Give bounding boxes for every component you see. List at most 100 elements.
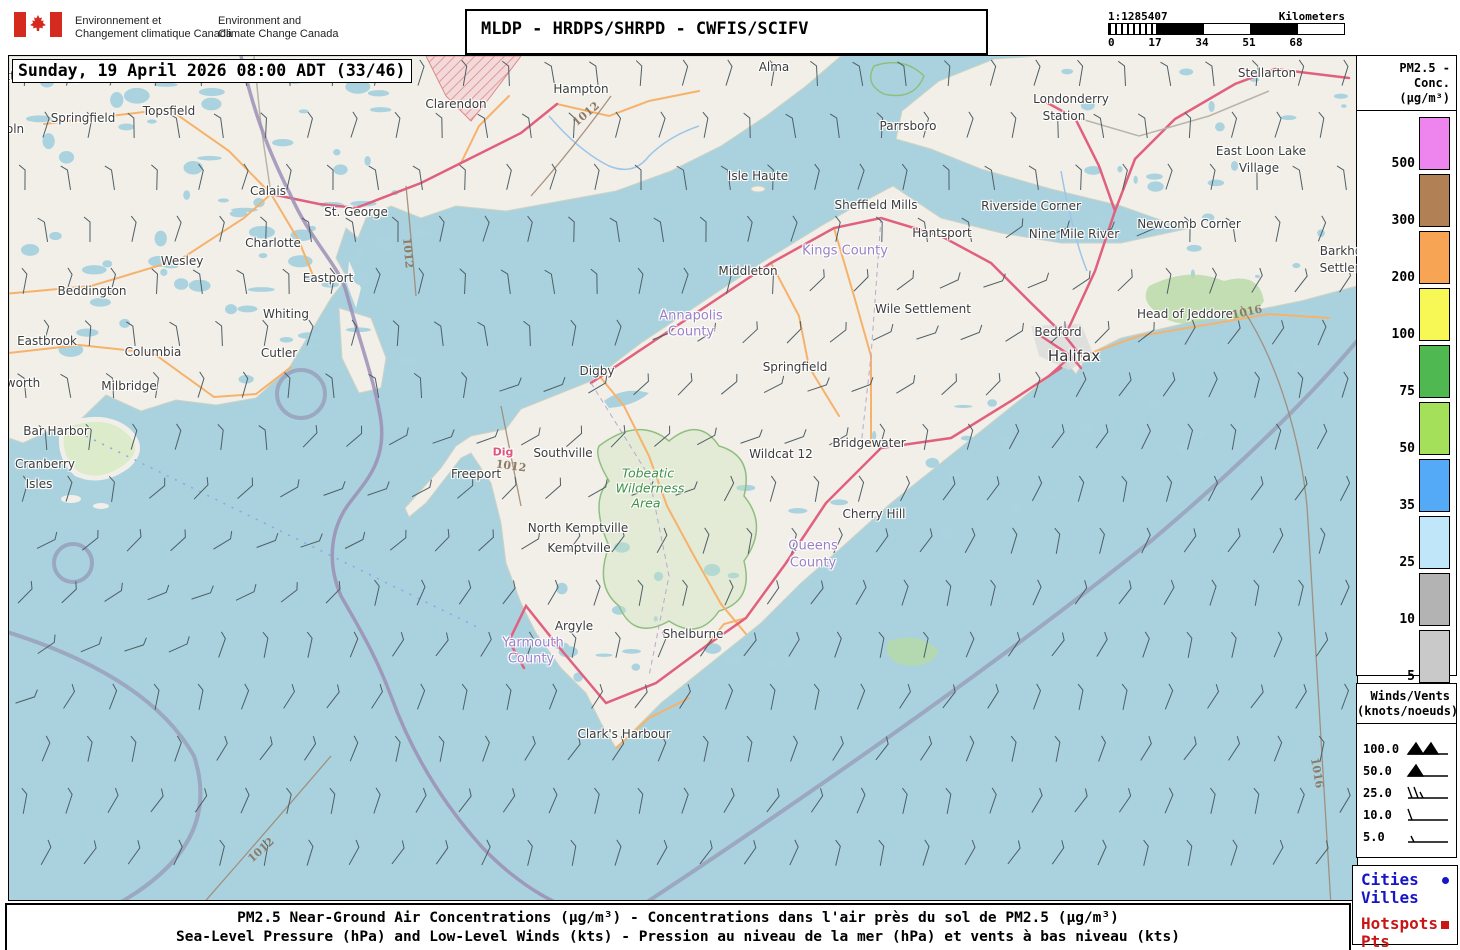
map-label: Isle Haute bbox=[727, 169, 789, 183]
winds-legend-value: 10.0 bbox=[1363, 808, 1392, 822]
pm25-legend-row: 75 bbox=[1357, 345, 1450, 399]
markers-legend: Cities Villes Hotspots Pts chauds bbox=[1352, 865, 1458, 950]
hotspots-label-en: Hotspots bbox=[1361, 915, 1449, 933]
scale-tick: 34 bbox=[1195, 36, 1209, 49]
winds-legend-row: 25.0 bbox=[1357, 782, 1456, 804]
pm25-legend-row: 100 bbox=[1357, 288, 1450, 342]
pm25-legend-swatch bbox=[1419, 117, 1450, 170]
map-label: East Loon Lake bbox=[1215, 144, 1307, 158]
pm25-legend-swatch bbox=[1419, 459, 1450, 512]
map-label: Cherry Hill bbox=[842, 507, 906, 521]
dept-name-fr: Environnement et Changement climatique Ca… bbox=[75, 15, 233, 40]
map-label: Dig bbox=[492, 445, 514, 459]
city-marker-icon bbox=[1442, 877, 1449, 884]
pm25-legend-row: 500 bbox=[1357, 117, 1450, 171]
winds-legend-value: 100.0 bbox=[1363, 742, 1400, 756]
map-label: County bbox=[667, 324, 715, 340]
map-label: Parrsboro bbox=[879, 119, 937, 133]
isobar-label: 1012 bbox=[400, 237, 416, 269]
datetime-box: Sunday, 19 April 2026 08:00 ADT (33/46) bbox=[12, 59, 413, 83]
map-label: Clark's Harbour bbox=[577, 727, 671, 741]
map-label: Topsfield bbox=[142, 104, 196, 118]
pm25-legend-value: 500 bbox=[1391, 156, 1415, 171]
pm25-legend-swatch bbox=[1419, 174, 1450, 227]
map-label: County bbox=[507, 651, 555, 667]
map-label: Sheffield Mills bbox=[834, 198, 918, 212]
map-label: Bedford bbox=[1034, 325, 1082, 339]
winds-legend-row: 5.0 bbox=[1357, 826, 1456, 848]
map-label: Isles bbox=[25, 477, 53, 491]
pm25-legend-row: 5 bbox=[1357, 630, 1450, 684]
winds-legend-row: 50.0 bbox=[1357, 760, 1456, 782]
winds-legend-row: 10.0 bbox=[1357, 804, 1456, 826]
winds-legend-entries: 100.0 50.0 25.0 10.0 5.0 bbox=[1357, 738, 1456, 848]
map-label: Wilderness bbox=[615, 480, 685, 496]
map-label: Village bbox=[1238, 161, 1280, 175]
pm25-legend-row: 25 bbox=[1357, 516, 1450, 570]
cities-label-en: Cities bbox=[1361, 871, 1449, 889]
map-label: Hampton bbox=[553, 82, 609, 96]
eccc-pm25-map-page: { "header": { "dept_fr_line1": "Environn… bbox=[0, 0, 1460, 950]
map-label: Freeport bbox=[450, 467, 502, 481]
map-label: Cutler bbox=[260, 346, 298, 360]
pm25-legend-value: 10 bbox=[1399, 612, 1415, 627]
map-label: Head of Jeddore bbox=[1136, 307, 1234, 321]
map-label: Alma bbox=[758, 60, 790, 74]
dept-name-en: Environment and Climate Change Canada bbox=[218, 15, 339, 40]
wind-barb-icon bbox=[1406, 741, 1448, 755]
map-label: Bar Harbor bbox=[23, 424, 89, 438]
pm25-legend-value: 200 bbox=[1391, 270, 1415, 285]
map-caption: PM2.5 Near-Ground Air Concentrations (µg… bbox=[5, 903, 1351, 950]
pm25-legend-value: 25 bbox=[1399, 555, 1415, 570]
map-canvas[interactable]: Sunday, 19 April 2026 08:00 ADT (33/46) … bbox=[8, 55, 1358, 901]
pm25-legend-row: 35 bbox=[1357, 459, 1450, 513]
map-label: worth bbox=[8, 376, 41, 390]
winds-legend-value: 25.0 bbox=[1363, 786, 1392, 800]
map-label: Calais bbox=[249, 184, 287, 198]
island-cranberry-1 bbox=[61, 495, 81, 503]
wind-barb-icon bbox=[1407, 808, 1448, 821]
pm25-legend-value: 35 bbox=[1399, 498, 1415, 513]
map-label: Stellarton bbox=[1237, 66, 1297, 80]
pm25-legend-row: 50 bbox=[1357, 402, 1450, 456]
map-label: Charlotte bbox=[245, 236, 301, 250]
map-label: Eastport bbox=[302, 271, 354, 285]
canada-flag-icon bbox=[14, 12, 62, 37]
map-label: St. George bbox=[324, 205, 388, 219]
map-label: oln bbox=[9, 122, 25, 136]
scale-ratio: 1:1285407 bbox=[1108, 10, 1168, 23]
island-isle-haute bbox=[750, 185, 766, 193]
map-label: Milbridge bbox=[101, 379, 157, 393]
pm25-legend-row: 200 bbox=[1357, 231, 1450, 285]
scale-tick: 51 bbox=[1242, 36, 1256, 49]
map-label: Barkho bbox=[1319, 244, 1358, 258]
map-label: Queens bbox=[788, 538, 838, 554]
scale-units: Kilometers bbox=[1278, 10, 1345, 23]
scale-tick: 0 bbox=[1108, 36, 1115, 49]
map-label: Shelburne bbox=[662, 627, 724, 641]
pm25-legend-swatch bbox=[1419, 345, 1450, 398]
map-label: Yarmouth bbox=[502, 635, 564, 651]
map-scale-bar: 1:1285407 Kilometers 0 17 34 51 68 bbox=[1108, 10, 1345, 49]
map-label: Tobeatic bbox=[621, 465, 675, 481]
cities-label-fr: Villes bbox=[1361, 888, 1419, 907]
pm25-legend-value: 75 bbox=[1399, 384, 1415, 399]
scale-tick: 17 bbox=[1148, 36, 1162, 49]
hotspot-marker-icon bbox=[1441, 921, 1449, 929]
map-label: Wesley bbox=[160, 254, 204, 268]
pm25-legend-title: PM2.5 - Conc. (µg/m³) bbox=[1399, 61, 1450, 105]
winds-legend-value: 50.0 bbox=[1363, 764, 1392, 778]
map-label: Columbia bbox=[124, 345, 182, 359]
map-label: Hantsport bbox=[912, 226, 972, 240]
scale-tick: 68 bbox=[1289, 36, 1303, 49]
map-label: Londonderry bbox=[1033, 92, 1109, 106]
map-label: North Kemptville bbox=[527, 521, 629, 535]
pm25-legend-swatch bbox=[1419, 288, 1450, 341]
map-label: Beddington bbox=[57, 284, 127, 298]
map-label: Nine Mile River bbox=[1028, 227, 1120, 241]
pm25-legend-value: 300 bbox=[1391, 213, 1415, 228]
map-label: County bbox=[789, 555, 837, 571]
product-title: MLDP - HRDPS/SHRPD - CWFIS/SCIFV bbox=[465, 9, 988, 55]
pm25-legend-entries: 500 300 200 100 75 50 35 25 10 5 bbox=[1357, 117, 1456, 684]
wind-barb-icon bbox=[1407, 786, 1448, 799]
